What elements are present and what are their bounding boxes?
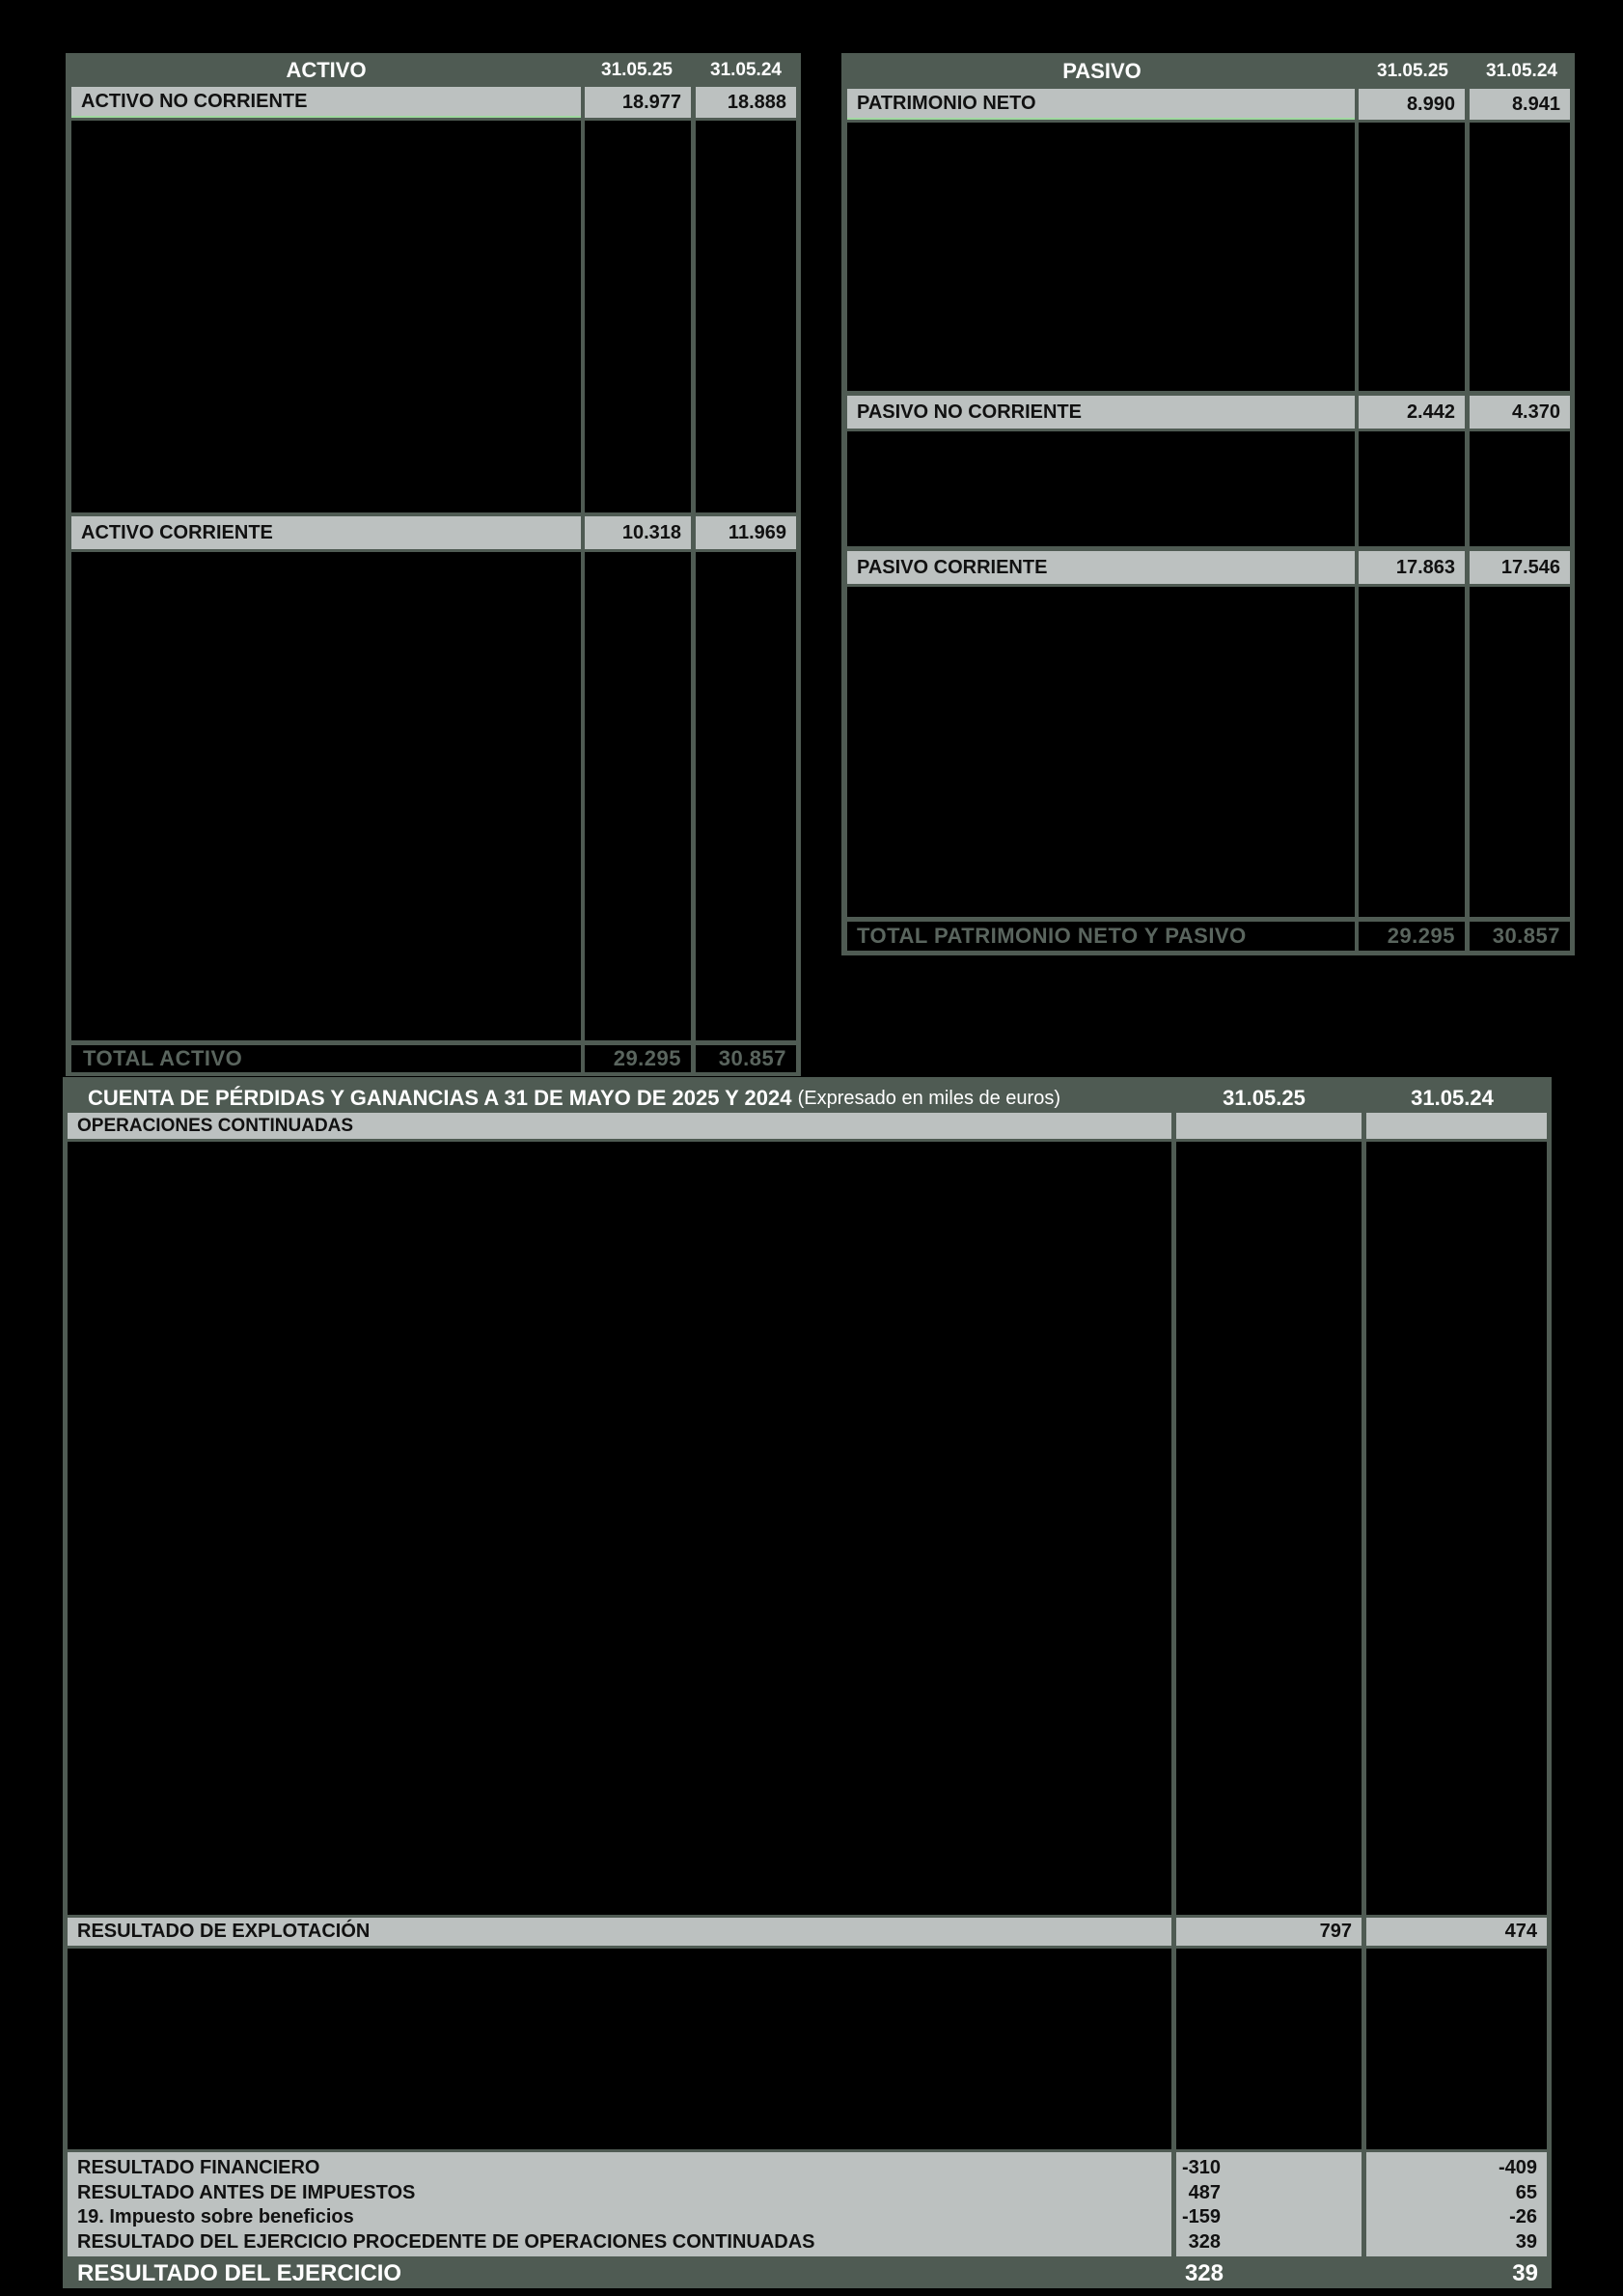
pasivo-col1-header: 31.05.25 — [1377, 61, 1448, 81]
pyg-summary-row: RESULTADO ANTES DE IMPUESTOS 487 65 — [68, 2181, 1547, 2205]
operaciones-continuadas-label: OPERACIONES CONTINUADAS — [68, 1113, 1171, 1139]
financiero-body — [68, 1949, 1171, 2149]
activo-header: ACTIVO 31.05.25 31.05.24 — [66, 56, 801, 85]
activo-total-v1: 29.295 — [585, 1045, 691, 1072]
pyg-row-v2: 65 — [1515, 2182, 1537, 2203]
patrimonio-body — [847, 123, 1355, 391]
activo-no-corriente-label: ACTIVO NO CORRIENTE — [71, 87, 581, 118]
pyg-row-v1: -310 — [1181, 2157, 1221, 2178]
pyg-summary-row: RESULTADO FINANCIERO -310 -409 — [68, 2156, 1547, 2180]
operaciones-body — [68, 1142, 1171, 1915]
pyg-row-v2: -409 — [1498, 2157, 1537, 2178]
activo-total-v2: 30.857 — [696, 1045, 796, 1072]
activo-no-corriente-body-v1 — [585, 121, 691, 512]
activo-col2-header: 31.05.24 — [710, 60, 782, 80]
pasivo-no-corriente-label: PASIVO NO CORRIENTE — [847, 396, 1355, 429]
pasivo-corriente-v2: 17.546 — [1470, 551, 1570, 584]
pasivo-corriente-label: PASIVO CORRIENTE — [847, 551, 1355, 584]
pasivo-corriente-v1: 17.863 — [1359, 551, 1465, 584]
pasivo-header: PASIVO 31.05.25 31.05.24 — [841, 56, 1575, 87]
pasivo-corriente-body-v2 — [1470, 587, 1570, 917]
activo-corriente-v1: 10.318 — [585, 516, 691, 549]
activo-col1-header: 31.05.25 — [601, 60, 673, 80]
pyg-row-v2: -26 — [1509, 2206, 1537, 2227]
pasivo-no-corriente-body — [847, 431, 1355, 546]
resultado-explotacion-label: RESULTADO DE EXPLOTACIÓN — [68, 1918, 1171, 1946]
resultado-ejercicio-row: RESULTADO DEL EJERCICIO 328 39 — [63, 2258, 1552, 2289]
pyg-title: CUENTA DE PÉRDIDAS Y GANANCIAS A 31 DE M… — [88, 1086, 792, 1110]
pyg-row-v2: 39 — [1515, 2231, 1537, 2253]
pasivo-no-corriente-v1: 2.442 — [1359, 396, 1465, 429]
pyg-row-label: RESULTADO ANTES DE IMPUESTOS — [77, 2182, 416, 2203]
patrimonio-neto-v1: 8.990 — [1359, 89, 1465, 120]
pasivo-no-corriente-v2: 4.370 — [1470, 396, 1570, 429]
patrimonio-body-v1 — [1359, 123, 1465, 391]
resultado-ejercicio-v1: 328 — [1184, 2260, 1224, 2286]
activo-no-corriente-body-v2 — [696, 121, 796, 512]
pasivo-total-v1: 29.295 — [1359, 922, 1465, 951]
pyg-row-v1: 328 — [1188, 2231, 1221, 2253]
pasivo-total-v2: 30.857 — [1470, 922, 1570, 951]
patrimonio-body-v2 — [1470, 123, 1570, 391]
pasivo-header-title: PASIVO — [1062, 59, 1142, 83]
activo-corriente-body-v1 — [585, 552, 691, 1040]
pyg-subtitle: (Expresado en miles de euros) — [797, 1087, 1060, 1109]
pyg-summary-row: RESULTADO DEL EJERCICIO PROCEDENTE DE OP… — [68, 2230, 1547, 2255]
resultado-explotacion-v1: 797 — [1176, 1918, 1362, 1946]
pyg-row-v1: 487 — [1188, 2182, 1221, 2203]
pasivo-no-corriente-body-v1 — [1359, 431, 1465, 546]
resultado-ejercicio-label: RESULTADO DEL EJERCICIO — [77, 2260, 402, 2286]
activo-header-title: ACTIVO — [286, 58, 367, 82]
pyg-header: CUENTA DE PÉRDIDAS Y GANANCIAS A 31 DE M… — [63, 1081, 1552, 1116]
activo-no-corriente-body — [71, 121, 581, 512]
activo-corriente-v2: 11.969 — [696, 516, 796, 549]
pasivo-no-corriente-body-v2 — [1470, 431, 1570, 546]
activo-corriente-label: ACTIVO CORRIENTE — [71, 516, 581, 549]
pyg-col2-header: 31.05.24 — [1411, 1086, 1494, 1110]
resultado-ejercicio-v2: 39 — [1512, 2260, 1538, 2286]
operaciones-body-v2 — [1366, 1142, 1547, 1915]
operaciones-body-v1 — [1176, 1142, 1362, 1915]
pasivo-col2-header: 31.05.24 — [1486, 61, 1557, 81]
pyg-row-label: RESULTADO DEL EJERCICIO PROCEDENTE DE OP… — [77, 2231, 815, 2253]
pyg-row-v1: -159 — [1181, 2206, 1221, 2227]
pasivo-corriente-body-v1 — [1359, 587, 1465, 917]
financiero-body-v2 — [1366, 1949, 1547, 2149]
pyg-row-label: RESULTADO FINANCIERO — [77, 2157, 320, 2178]
operaciones-continuadas-v2 — [1366, 1113, 1547, 1139]
activo-total-label: TOTAL ACTIVO — [71, 1045, 581, 1072]
pasivo-total-label: TOTAL PATRIMONIO NETO Y PASIVO — [847, 922, 1355, 951]
pyg-col1-header: 31.05.25 — [1223, 1086, 1306, 1110]
pyg-row-label: 19. Impuesto sobre beneficios — [77, 2206, 354, 2227]
resultado-explotacion-v2: 474 — [1366, 1918, 1547, 1946]
activo-no-corriente-v1: 18.977 — [585, 87, 691, 118]
operaciones-continuadas-v1 — [1176, 1113, 1362, 1139]
activo-corriente-body — [71, 552, 581, 1040]
patrimonio-neto-v2: 8.941 — [1470, 89, 1570, 120]
patrimonio-neto-label: PATRIMONIO NETO — [847, 89, 1355, 120]
pasivo-corriente-body — [847, 587, 1355, 917]
activo-no-corriente-v2: 18.888 — [696, 87, 796, 118]
pyg-title-wrap: CUENTA DE PÉRDIDAS Y GANANCIAS A 31 DE M… — [88, 1081, 1060, 1116]
financiero-body-v1 — [1176, 1949, 1362, 2149]
pyg-summary-row: 19. Impuesto sobre beneficios -159 -26 — [68, 2205, 1547, 2229]
activo-corriente-body-v2 — [696, 552, 796, 1040]
